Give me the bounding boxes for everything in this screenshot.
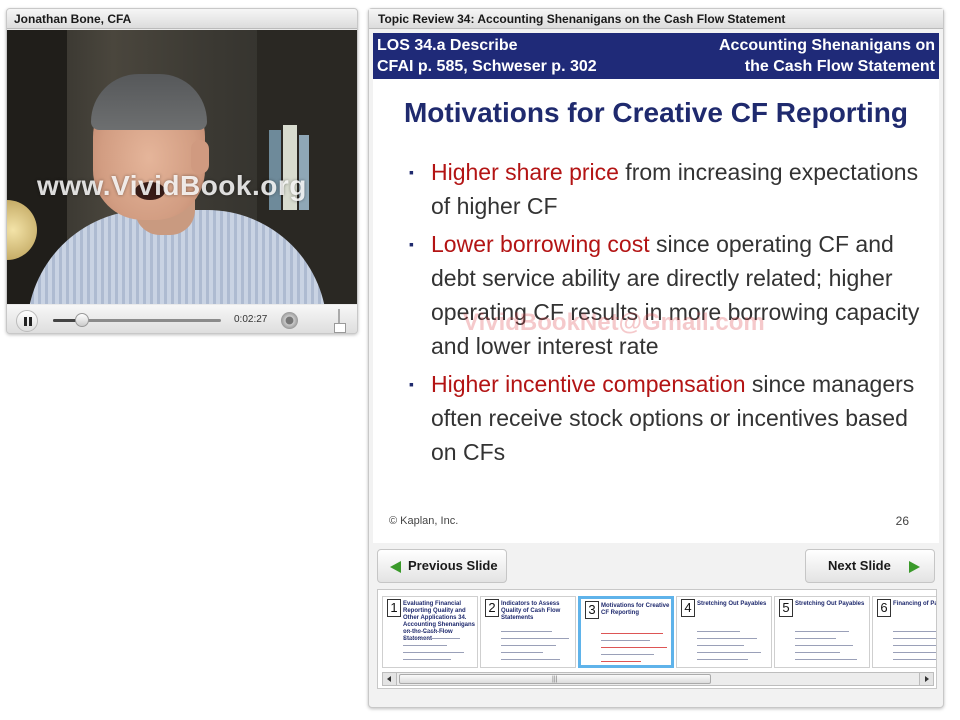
thumbnail-text-line bbox=[795, 631, 849, 632]
bullet-item: ▪ Higher incentive compensation since ma… bbox=[405, 367, 925, 469]
thumbnail-text-line bbox=[601, 661, 641, 662]
page-number: 26 bbox=[895, 514, 909, 528]
thumbnail-text-line bbox=[601, 654, 654, 655]
thumbnail-text-line bbox=[601, 633, 663, 634]
thumbnail-text-line bbox=[697, 659, 748, 660]
horizontal-scrollbar[interactable]: ||| bbox=[382, 672, 934, 686]
page-reference: CFAI p. 585, Schweser p. 302 bbox=[377, 58, 597, 75]
thumbnail-number: 2 bbox=[485, 599, 499, 617]
thumbnail-text-line bbox=[893, 638, 936, 639]
bullet-highlight: Higher incentive compensation bbox=[431, 371, 746, 397]
previous-slide-label: Previous Slide bbox=[408, 558, 498, 573]
thumbnail-text-line bbox=[403, 652, 464, 653]
thumbnail-text-line bbox=[501, 631, 552, 632]
thumbnail-text-line bbox=[601, 647, 667, 648]
previous-slide-button[interactable]: Previous Slide bbox=[377, 549, 507, 583]
presenter-ear bbox=[191, 140, 209, 174]
presenter-hair bbox=[91, 74, 207, 130]
thumbnail-text-line bbox=[697, 631, 740, 632]
time-display: 0:02:27 bbox=[234, 314, 268, 325]
thumbnail-title: Financing of Payables bbox=[893, 601, 937, 607]
copyright: © Kaplan, Inc. bbox=[389, 515, 459, 527]
thumbnail-text-line bbox=[697, 645, 744, 646]
thumbnail-text-line bbox=[501, 638, 569, 639]
video-frame[interactable]: www.VividBook.org bbox=[7, 30, 357, 304]
thumbnail-text-line bbox=[501, 652, 543, 653]
slide-header-bar: LOS 34.a Describe CFAI p. 585, Schweser … bbox=[373, 33, 939, 79]
bullet-item: ▪ Lower borrowing cost since operating C… bbox=[405, 227, 925, 363]
thumbnail-text-line bbox=[795, 638, 836, 639]
slide-thumbnail[interactable]: 1 Evaluating Financial Reporting Quality … bbox=[382, 596, 478, 668]
slide-thumbnail[interactable]: 3 Motivations for Creative CF Reporting bbox=[578, 596, 674, 668]
thumbnail-title: Stretching Out Payables bbox=[697, 601, 767, 607]
thumbnail-strip: 1 Evaluating Financial Reporting Quality … bbox=[377, 589, 937, 689]
slide: LOS 34.a Describe CFAI p. 585, Schweser … bbox=[373, 33, 939, 543]
slide-thumbnail[interactable]: 4 Stretching Out Payables bbox=[676, 596, 772, 668]
volume-icon[interactable] bbox=[281, 312, 298, 329]
thumbnail-text-line bbox=[795, 645, 853, 646]
seek-handle[interactable] bbox=[74, 313, 89, 327]
thumbnail-title: Indicators to Assess Quality of Cash Flo… bbox=[501, 601, 561, 621]
thumbnail-title: Stretching Out Payables bbox=[795, 601, 865, 607]
scroll-right-icon[interactable] bbox=[919, 673, 933, 685]
green-right-arrow-icon bbox=[909, 561, 920, 573]
video-panel-title: Jonathan Bone, CFA bbox=[7, 9, 357, 29]
thumbnail-text-line bbox=[403, 645, 447, 646]
bullet-highlight: Higher share price bbox=[431, 159, 619, 185]
slide-heading: Motivations for Creative CF Reporting bbox=[403, 97, 909, 128]
slide-thumbnail[interactable]: 2 Indicators to Assess Quality of Cash Fl… bbox=[480, 596, 576, 668]
video-panel: Jonathan Bone, CFA www.VividBook.org 0:0… bbox=[6, 8, 358, 334]
video-controls: 0:02:27 bbox=[7, 305, 357, 333]
thumbnail-text-line bbox=[601, 640, 650, 641]
thumbnail-text-line bbox=[795, 659, 857, 660]
green-left-arrow-icon bbox=[390, 561, 401, 573]
thumbnail-number: 3 bbox=[585, 601, 599, 619]
pause-icon[interactable] bbox=[16, 310, 38, 332]
slide-panel-title: Topic Review 34: Accounting Shenanigans … bbox=[369, 9, 943, 29]
seek-bar[interactable] bbox=[53, 313, 221, 327]
thumbnail-text-line bbox=[893, 645, 936, 646]
thumbnail-text-line bbox=[403, 631, 443, 632]
thumbnail-text-line bbox=[403, 659, 451, 660]
thumbnail-number: 6 bbox=[877, 599, 891, 617]
thumbnail-number: 4 bbox=[681, 599, 695, 617]
bullet-marker: ▪ bbox=[409, 376, 414, 392]
thumbnail-text-line bbox=[893, 631, 936, 632]
thumbnail-text-line bbox=[501, 645, 556, 646]
bullet-marker: ▪ bbox=[409, 164, 414, 180]
los-label: LOS 34.a Describe bbox=[377, 37, 518, 54]
thumbnail-number: 5 bbox=[779, 599, 793, 617]
thumbnail-text-line bbox=[403, 638, 460, 639]
thumbnail-text-line bbox=[795, 652, 840, 653]
bullet-marker: ▪ bbox=[409, 236, 414, 252]
thumbnail-text-line bbox=[893, 659, 936, 660]
topic-label: Accounting Shenanigans on bbox=[718, 37, 935, 54]
volume-slider[interactable] bbox=[332, 309, 346, 333]
topic-label: the Cash Flow Statement bbox=[744, 58, 935, 75]
thumbnail-text-line bbox=[893, 652, 936, 653]
thumbnail-number: 1 bbox=[387, 599, 401, 617]
thumbnail-text-line bbox=[697, 652, 761, 653]
slide-watermark: VividBookNet@Gmail.com bbox=[463, 309, 765, 336]
thumbnail-text-line bbox=[697, 638, 757, 639]
video-watermark: www.VividBook.org bbox=[37, 170, 307, 201]
bullet-item: ▪ Higher share price from increasing exp… bbox=[405, 155, 925, 223]
grip-icon: ||| bbox=[552, 676, 558, 683]
thumbnail-title: Evaluating Financial Reporting Quality a… bbox=[403, 601, 476, 642]
next-slide-button[interactable]: Next Slide bbox=[805, 549, 935, 583]
slide-thumbnail[interactable]: 6Financing of Payables bbox=[872, 596, 937, 668]
bullet-highlight: Lower borrowing cost bbox=[431, 231, 650, 257]
thumbnail-title: Motivations for Creative CF Reporting bbox=[601, 603, 670, 616]
thumbnail-text-line bbox=[501, 659, 560, 660]
scrollbar-thumb[interactable]: ||| bbox=[399, 674, 711, 684]
next-slide-label: Next Slide bbox=[828, 558, 891, 573]
slide-thumbnail[interactable]: 5 Stretching Out Payables bbox=[774, 596, 870, 668]
scroll-left-icon[interactable] bbox=[383, 673, 397, 685]
slide-panel: Topic Review 34: Accounting Shenanigans … bbox=[368, 8, 944, 708]
